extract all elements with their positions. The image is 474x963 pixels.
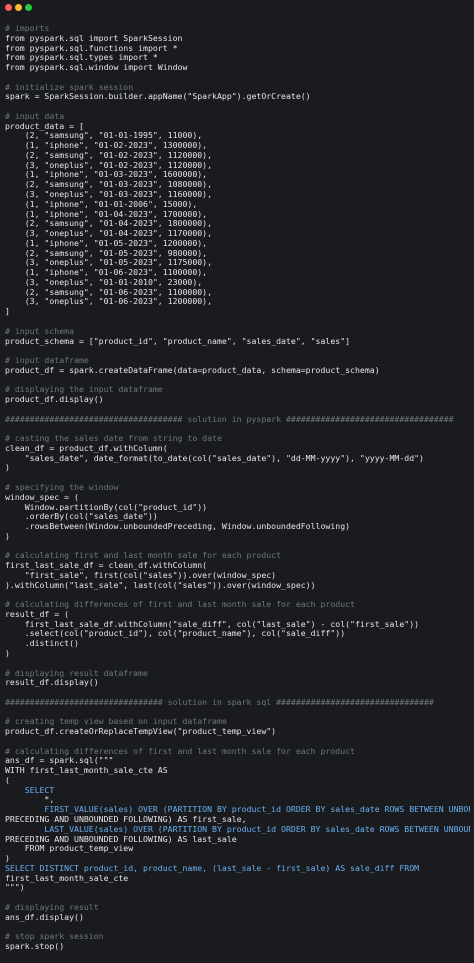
code-line: SELECT [5, 784, 55, 795]
code-line: ################################ solutio… [5, 696, 434, 707]
code-line: .rowsBetween(Window.unboundedPreceding, … [5, 521, 351, 532]
code-line: ).withColumn("last_sale", last(col("sale… [5, 579, 316, 590]
code-line: spark = SparkSession.builder.appName("Sp… [5, 91, 311, 102]
code-line: """) [5, 882, 25, 893]
code-block[interactable]: # imports from pyspark.sql import SparkSe… [5, 24, 470, 952]
code-line: first_last_month_sale_cte [5, 872, 129, 883]
code-line: product_schema = ["product_id", "product… [5, 335, 351, 346]
code-line: # stop spark session [5, 931, 104, 942]
code-line: # calculating differences of first and l… [5, 599, 355, 610]
code-line: spark.stop() [5, 940, 65, 951]
code-line: ) [5, 648, 10, 658]
code-line: ] [5, 306, 10, 317]
maximize-window-button[interactable] [25, 4, 32, 11]
close-window-button[interactable] [5, 4, 12, 11]
code-line: from pyspark.sql.window import Window [5, 62, 188, 73]
code-line: "sales_date", date_format(to_date(col("s… [5, 452, 424, 463]
code-line: (3, "oneplus", "01-06-2023", 1200000), [5, 296, 213, 307]
code-line: FROM product_temp_view [5, 843, 134, 854]
code-line: product_df.display() [5, 394, 104, 405]
code-line: product_df = spark.createDataFrame(data=… [5, 364, 380, 375]
code-line: ) [5, 530, 10, 541]
code-line: ) [5, 462, 10, 473]
code-line: WITH first_last_month_sale_cte AS [5, 765, 168, 776]
code-line: ans_df.display() [5, 911, 84, 922]
title-bar [0, 0, 474, 16]
code-line: .distinct() [5, 638, 79, 649]
minimize-window-button[interactable] [15, 4, 22, 11]
code-line: product_df.createOrReplaceTempView("prod… [5, 726, 277, 737]
code-editor-window: # imports from pyspark.sql import SparkSe… [0, 0, 474, 963]
code-line: #################################### sol… [5, 413, 454, 424]
code-line: ( [5, 774, 10, 785]
code-line: result_df.display() [5, 677, 99, 688]
